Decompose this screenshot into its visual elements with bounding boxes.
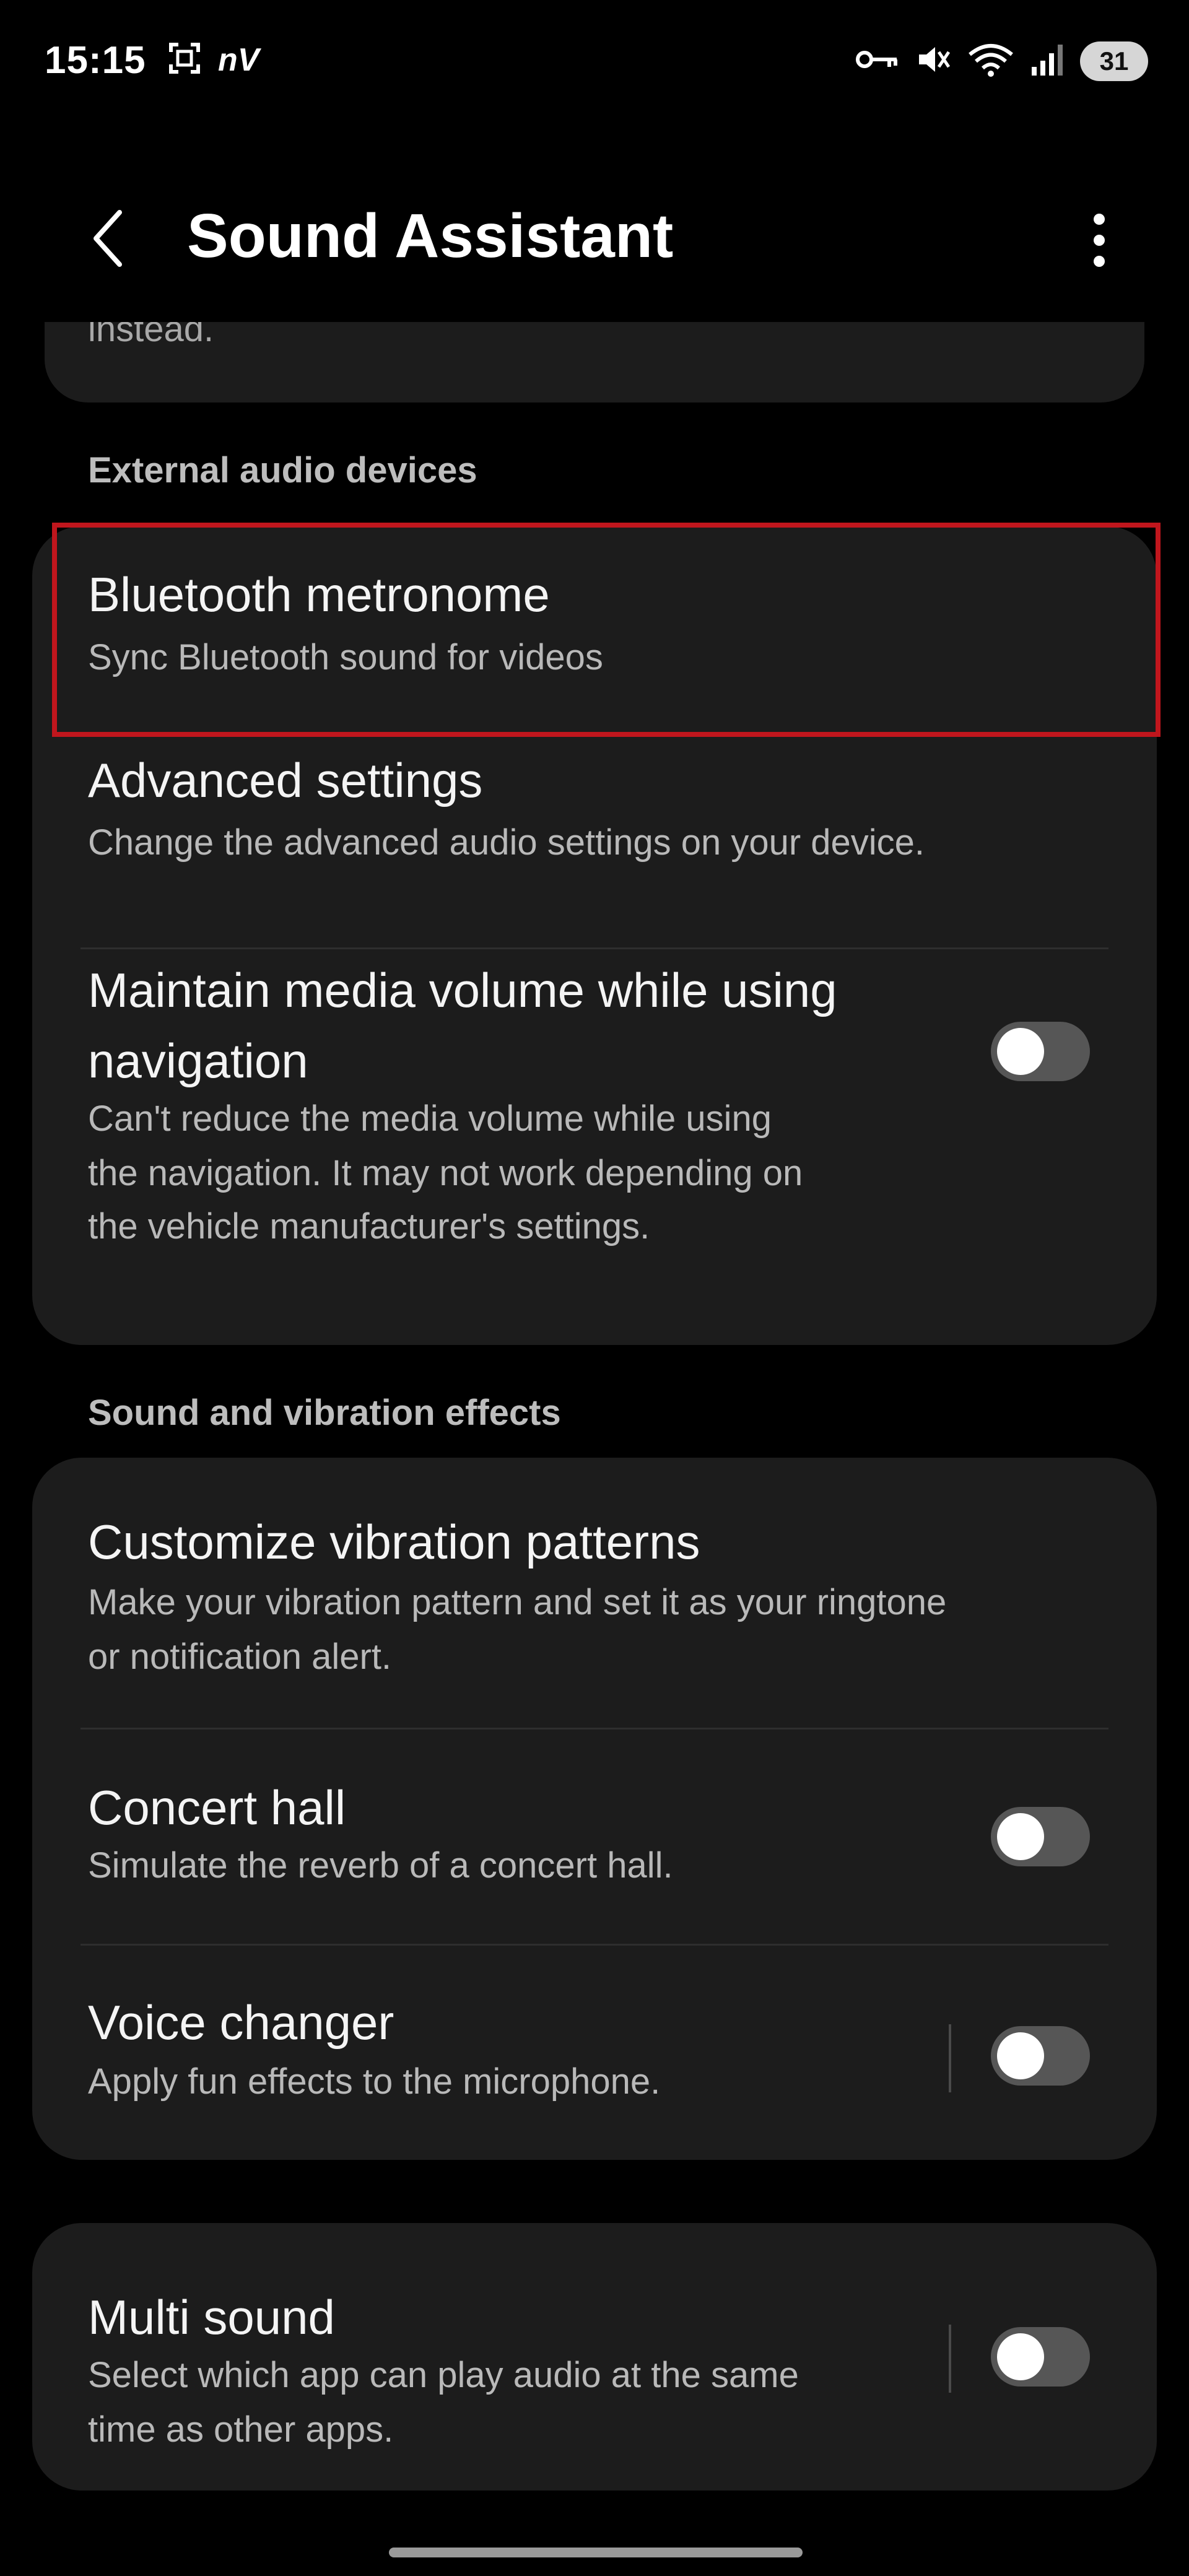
item-subtitle-line1: Can't reduce the media volume while usin… (88, 1099, 772, 1139)
item-subtitle: Simulate the reverb of a concert hall. (88, 1845, 673, 1886)
concert-hall-toggle[interactable] (991, 1807, 1090, 1866)
item-subtitle: Apply fun effects to the microphone. (88, 2061, 661, 2102)
item-subtitle-line2: the navigation. It may not work dependin… (88, 1153, 803, 1193)
multi-sound-card: Multi sound Select which app can play au… (32, 2223, 1157, 2491)
chevron-left-icon (94, 210, 122, 267)
toggle-knob (997, 1028, 1044, 1075)
voice-changer-item[interactable]: Voice changer Apply fun effects to the m… (32, 1946, 1157, 2160)
screenshot-icon (167, 41, 202, 79)
multi-sound-item[interactable]: Multi sound Select which app can play au… (32, 2223, 1157, 2491)
mute-icon (914, 41, 952, 81)
status-bar: 15:15 nV 31 (0, 0, 1189, 130)
multi-sound-toggle[interactable] (991, 2327, 1090, 2387)
maintain-media-volume-item[interactable]: Maintain media volume while using naviga… (32, 949, 1157, 1346)
more-options-button[interactable] (1065, 203, 1133, 277)
partial-card-text: instead. (88, 322, 214, 349)
item-title: Voice changer (88, 1995, 394, 2050)
app-header: Sound Assistant (0, 180, 1189, 297)
status-left-icons: nV (167, 41, 259, 79)
status-time: 15:15 (45, 39, 146, 82)
toggle-knob (997, 2333, 1044, 2380)
highlight-box (52, 523, 1161, 737)
vertical-separator (949, 2325, 951, 2393)
advanced-settings-item[interactable]: Advanced settings Change the advanced au… (32, 737, 1157, 863)
customize-vibration-item[interactable]: Customize vibration patterns Make your v… (32, 1458, 1157, 1728)
wifi-icon (966, 41, 1016, 81)
item-title: Advanced settings (88, 753, 483, 807)
status-right-icons: 31 (855, 41, 1148, 81)
item-subtitle-line1: Select which app can play audio at the s… (88, 2355, 799, 2395)
section-header-external-audio: External audio devices (88, 450, 477, 490)
vpn-key-icon (855, 46, 900, 76)
vertical-separator (949, 2024, 951, 2092)
gesture-nav-handle[interactable] (389, 2548, 803, 2557)
previous-settings-card: instead. (45, 322, 1144, 402)
item-title-line2: navigation (88, 1033, 308, 1088)
item-subtitle-line3: the vehicle manufacturer's settings. (88, 1206, 650, 1247)
voice-changer-toggle[interactable] (991, 2026, 1090, 2086)
section-header-sound-effects: Sound and vibration effects (88, 1393, 561, 1433)
item-subtitle-line1: Make your vibration pattern and set it a… (88, 1582, 947, 1622)
signal-icon (1029, 42, 1066, 80)
toggle-knob (997, 1813, 1044, 1860)
maintain-media-volume-toggle[interactable] (991, 1022, 1090, 1081)
item-title: Customize vibration patterns (88, 1515, 700, 1569)
toggle-knob (997, 2032, 1044, 2079)
item-title-line1: Maintain media volume while using (88, 963, 837, 1017)
more-vertical-icon (1094, 214, 1105, 267)
item-title: Concert hall (88, 1780, 346, 1835)
page-title: Sound Assistant (187, 201, 674, 271)
concert-hall-item[interactable]: Concert hall Simulate the reverb of a co… (32, 1730, 1157, 1944)
item-subtitle-line2: or notification alert. (88, 1637, 392, 1677)
back-button[interactable] (74, 204, 142, 272)
network-nv-icon: nV (218, 41, 259, 78)
battery-indicator: 31 (1080, 41, 1148, 81)
item-title: Multi sound (88, 2290, 335, 2344)
item-subtitle: Change the advanced audio settings on yo… (88, 822, 925, 863)
item-subtitle-line2: time as other apps. (88, 2409, 394, 2450)
sound-effects-card: Customize vibration patterns Make your v… (32, 1458, 1157, 2160)
